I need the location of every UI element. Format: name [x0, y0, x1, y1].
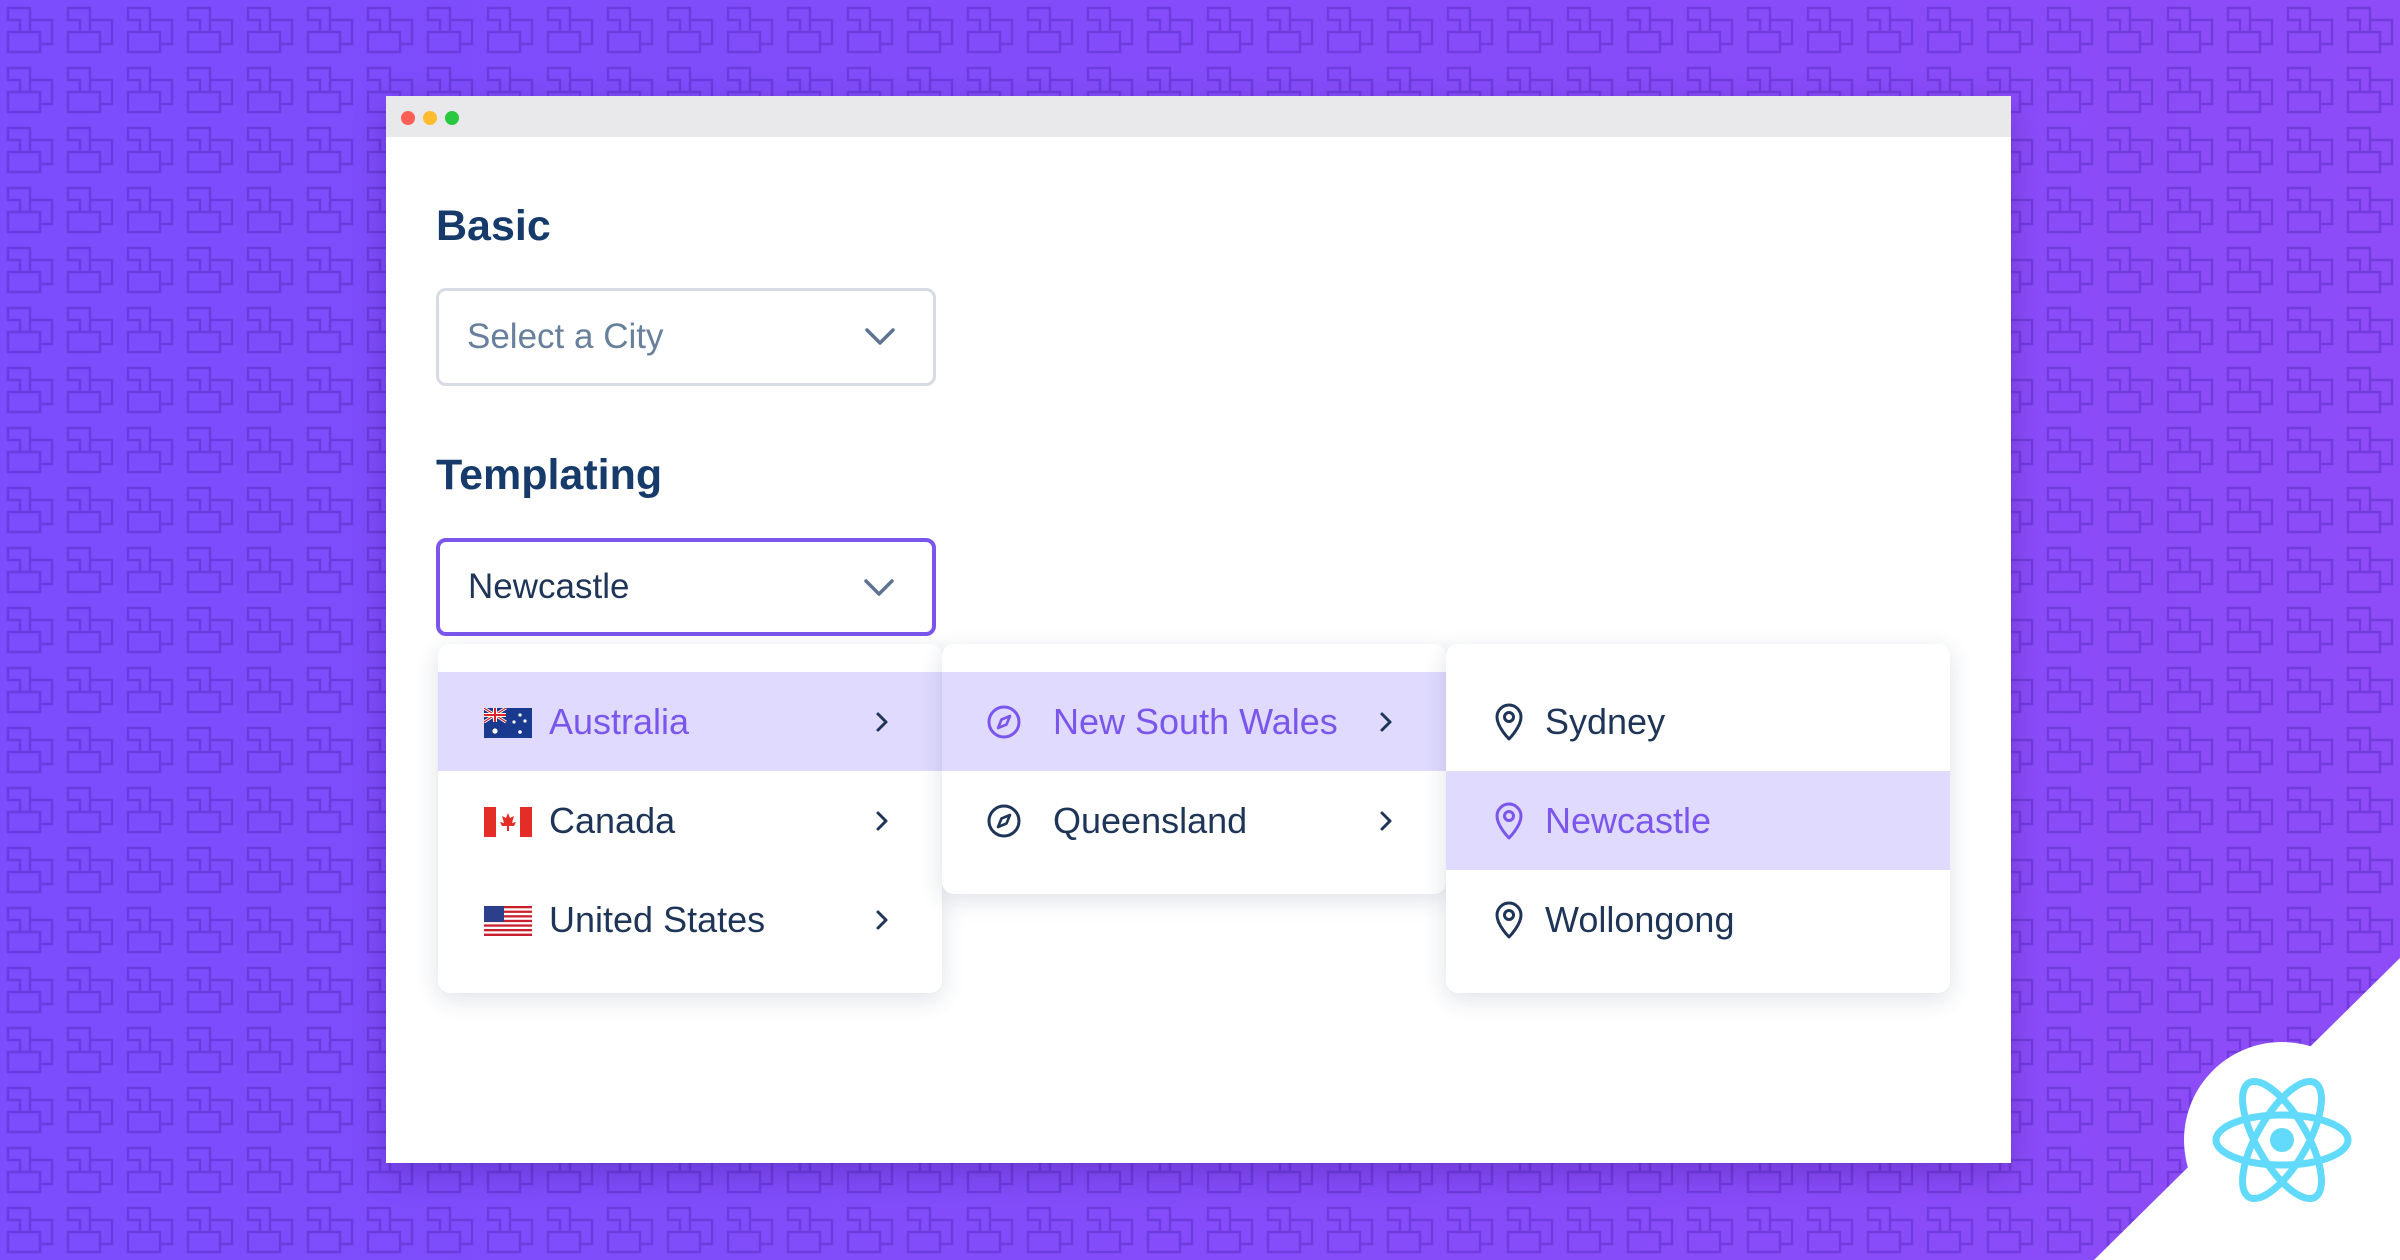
basic-city-select[interactable]: Select a City [436, 288, 936, 386]
templating-select-value: Newcastle [468, 567, 630, 606]
chevron-right-icon [1380, 712, 1392, 732]
city-menu: Sydney Newcastle Wollongong [1446, 644, 1950, 993]
templating-heading: Templating [436, 451, 663, 499]
state-label: New South Wales [1053, 700, 1338, 742]
country-menu: Australia Canada United States [438, 644, 942, 993]
basic-select-placeholder: Select a City [467, 317, 664, 356]
react-logo-badge [2094, 958, 2400, 1260]
country-label: Australia [549, 700, 690, 742]
us-flag-icon [484, 906, 532, 936]
browser-window: Basic Select a City Templating Newcastle [386, 96, 2011, 1163]
chevron-down-icon [864, 579, 894, 596]
state-menu: New South Wales Queensland [942, 644, 1446, 894]
menu-item-new-south-wales[interactable]: New South Wales [942, 672, 1446, 771]
chevron-right-icon [876, 712, 888, 732]
minimize-window-dot[interactable] [423, 111, 437, 125]
menu-item-canada[interactable]: Canada [438, 771, 942, 870]
map-pin-icon [1495, 901, 1523, 939]
templating-city-select[interactable]: Newcastle [436, 538, 936, 636]
basic-heading: Basic [436, 202, 551, 250]
chevron-right-icon [876, 811, 888, 831]
country-label: United States [549, 898, 766, 940]
city-label: Sydney [1545, 700, 1666, 742]
chevron-down-icon [865, 328, 895, 345]
city-label: Newcastle [1545, 799, 1712, 841]
country-label: Canada [549, 799, 676, 841]
menu-item-sydney[interactable]: Sydney [1446, 672, 1950, 771]
chevron-right-icon [1380, 811, 1392, 831]
menu-item-australia[interactable]: Australia [438, 672, 942, 771]
map-pin-icon [1495, 802, 1523, 840]
state-label: Queensland [1053, 799, 1248, 841]
compass-icon [987, 804, 1021, 838]
menu-item-newcastle[interactable]: Newcastle [1446, 771, 1950, 870]
chevron-right-icon [876, 910, 888, 930]
menu-item-queensland[interactable]: Queensland [942, 771, 1446, 870]
map-pin-icon [1495, 703, 1523, 741]
close-window-dot[interactable] [401, 111, 415, 125]
compass-icon [987, 705, 1021, 739]
city-label: Wollongong [1545, 898, 1735, 940]
canada-flag-icon [484, 807, 532, 837]
menu-item-united-states[interactable]: United States [438, 870, 942, 969]
australia-flag-icon [484, 708, 532, 738]
window-titlebar [386, 96, 2011, 137]
maximize-window-dot[interactable] [445, 111, 459, 125]
menu-item-wollongong[interactable]: Wollongong [1446, 870, 1950, 969]
